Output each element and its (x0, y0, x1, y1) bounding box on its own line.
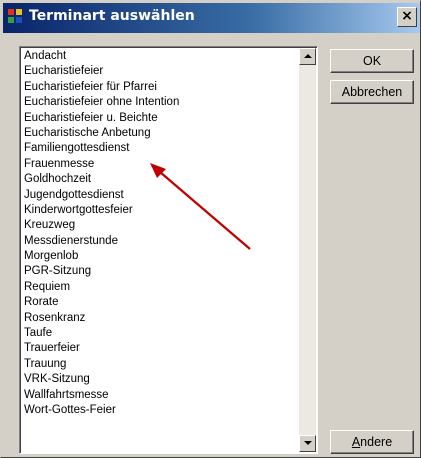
list-item[interactable]: VRK-Sitzung (22, 372, 299, 387)
appointment-type-list[interactable]: Andacht Eucharistiefeier Eucharistiefeier … (19, 46, 318, 454)
list-item[interactable]: Morgenlob (22, 249, 299, 264)
arrow-up-icon (304, 54, 312, 58)
other-button-mnemonic: A (351, 435, 361, 449)
list-item[interactable]: Taufe (22, 326, 299, 341)
list-item[interactable]: Kinderwortgottesfeier (22, 203, 299, 218)
list-item[interactable]: Trauung (22, 357, 299, 372)
list-item[interactable]: Andacht (22, 49, 299, 64)
dialog-window: Terminart auswählen × Andacht Eucharistie… (0, 0, 421, 458)
other-button[interactable]: Andere (330, 430, 414, 454)
list: Andacht Eucharistiefeier Eucharistiefeier … (22, 49, 299, 418)
app-icon (8, 9, 22, 23)
list-item[interactable]: Eucharistiefeier ohne Intention (22, 95, 299, 110)
scroll-up-button[interactable] (299, 48, 316, 65)
list-item[interactable]: Goldhochzeit (22, 172, 299, 187)
title-bar[interactable]: Terminart auswählen × (3, 3, 420, 33)
vertical-scrollbar[interactable] (299, 48, 316, 452)
list-item[interactable]: Wallfahrtsmesse (22, 388, 299, 403)
close-button[interactable]: × (397, 7, 417, 27)
list-item[interactable]: Rorate (22, 295, 299, 310)
list-item[interactable]: Wort-Gottes-Feier (22, 403, 299, 418)
list-item[interactable]: Eucharistiefeier für Pfarrei (22, 80, 299, 95)
list-item[interactable]: Kreuzweg (22, 218, 299, 233)
list-item[interactable]: PGR-Sitzung (22, 264, 299, 279)
list-item[interactable]: Jugendgottesdienst (22, 188, 299, 203)
scroll-down-button[interactable] (299, 435, 316, 452)
list-item[interactable]: Familiengottesdienst (22, 141, 299, 156)
list-item[interactable]: Eucharistische Anbetung (22, 126, 299, 141)
list-item[interactable]: Eucharistiefeier (22, 64, 299, 79)
ok-button[interactable]: OK (330, 49, 414, 73)
cancel-button[interactable]: Abbrechen (330, 80, 414, 104)
list-item[interactable]: Trauerfeier (22, 341, 299, 356)
list-item[interactable]: Messdienerstunde (22, 234, 299, 249)
window-title: Terminart auswählen (29, 8, 195, 24)
list-item[interactable]: Frauenmesse (22, 157, 299, 172)
list-item[interactable]: Eucharistiefeier u. Beichte (22, 111, 299, 126)
list-item[interactable]: Rosenkranz (22, 311, 299, 326)
other-button-label: ndere (360, 435, 393, 449)
arrow-down-icon (304, 441, 312, 445)
list-item[interactable]: Requiem (22, 280, 299, 295)
